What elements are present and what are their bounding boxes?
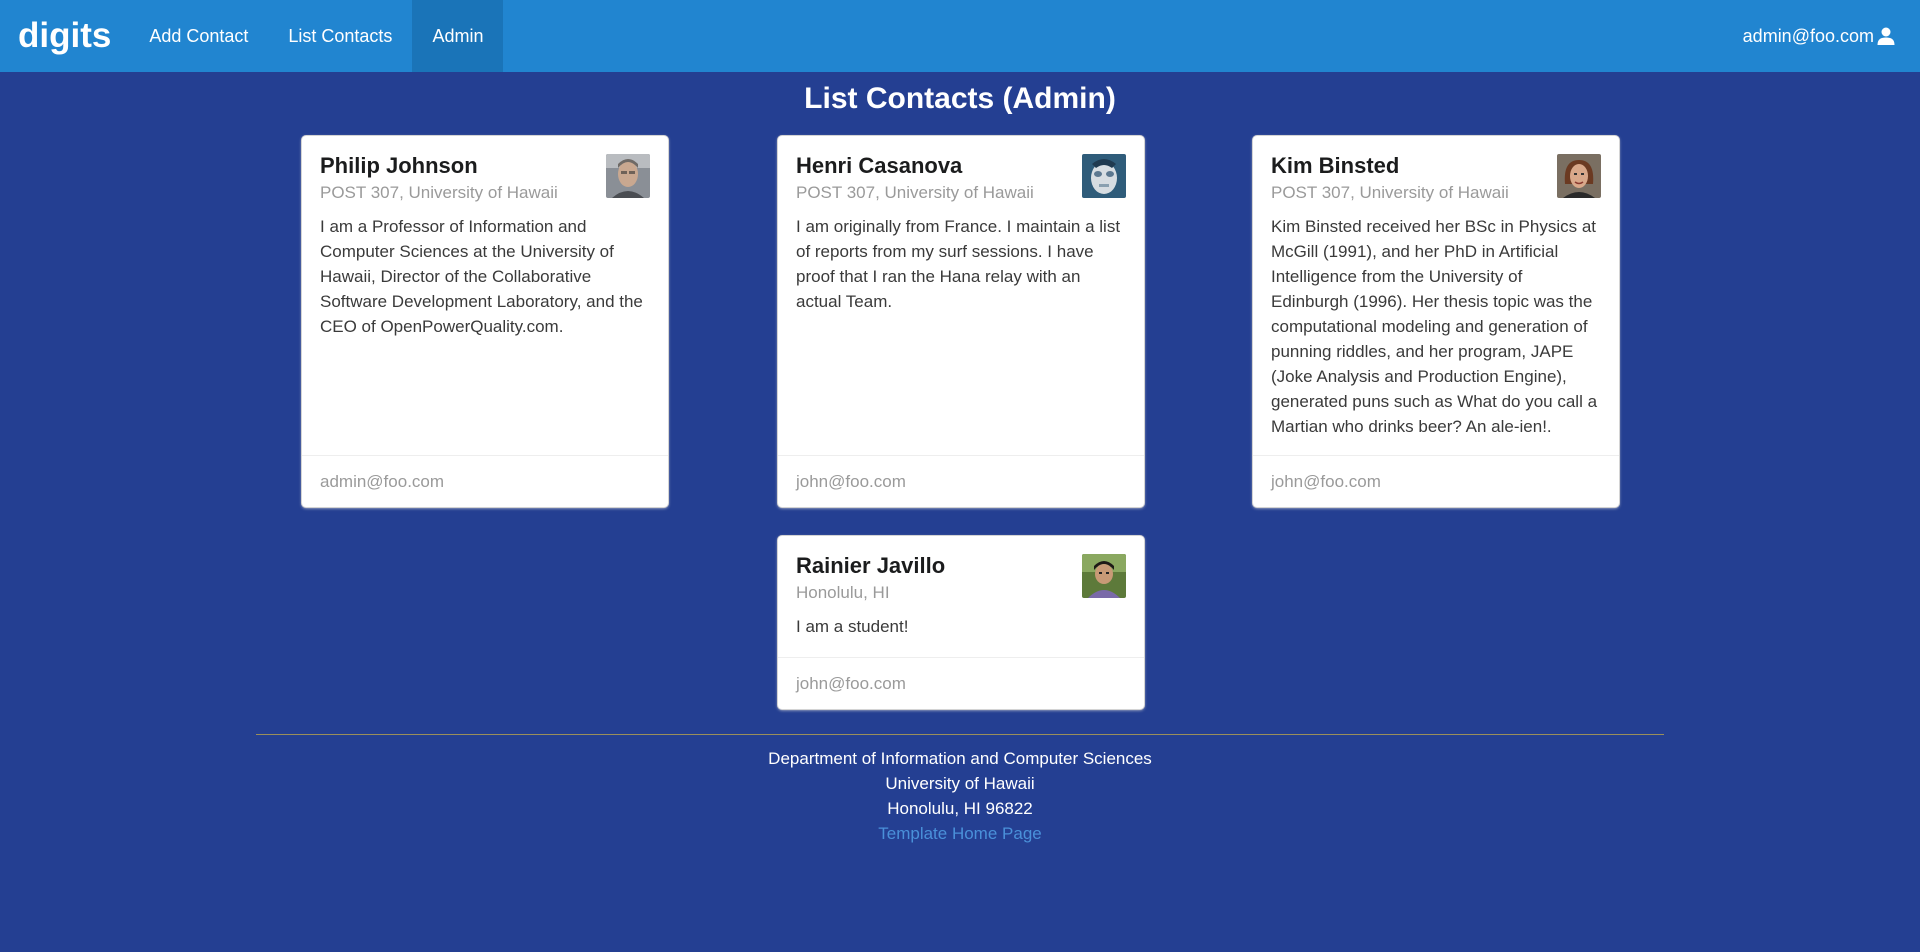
contact-card: Rainier Javillo Honolulu, HI I am a stud…	[778, 536, 1144, 709]
contact-name: Kim Binsted	[1271, 153, 1400, 178]
footer-address: Honolulu, HI 96822	[887, 799, 1033, 818]
footer-department: Department of Information and Computer S…	[768, 749, 1152, 768]
contact-owner: john@foo.com	[778, 657, 1144, 709]
nav-add-contact[interactable]: Add Contact	[129, 0, 268, 72]
contact-address: POST 307, University of Hawaii	[320, 183, 558, 202]
contact-description: Kim Binsted received her BSc in Physics …	[1271, 217, 1598, 436]
page-title: List Contacts (Admin)	[804, 82, 1116, 115]
nav-list-contacts[interactable]: List Contacts	[268, 0, 412, 72]
nav-admin[interactable]: Admin	[412, 0, 504, 72]
page-footer: Department of Information and Computer S…	[0, 746, 1920, 846]
contact-card: Kim Binsted POST 307, University of Hawa…	[1253, 136, 1619, 507]
avatar	[606, 154, 650, 198]
contact-address: POST 307, University of Hawaii	[1271, 183, 1509, 202]
contact-name: Rainier Javillo	[796, 553, 946, 578]
avatar	[1557, 154, 1601, 198]
avatar	[1082, 154, 1126, 198]
footer-divider	[256, 734, 1664, 735]
contact-card: Philip Johnson POST 307, University of H…	[302, 136, 668, 507]
contact-description: I am a student!	[796, 617, 909, 636]
user-menu[interactable]: admin@foo.com	[1743, 0, 1920, 72]
top-navbar: digits Add Contact List Contacts Admin a…	[0, 0, 1920, 72]
contact-description: I am originally from France. I maintain …	[796, 217, 1121, 311]
contact-description: I am a Professor of Information and Comp…	[320, 217, 643, 336]
contact-owner: admin@foo.com	[302, 455, 668, 507]
contact-address: Honolulu, HI	[796, 583, 890, 602]
contact-owner: john@foo.com	[1253, 455, 1619, 507]
avatar	[1082, 554, 1126, 598]
footer-university: University of Hawaii	[885, 774, 1035, 793]
contact-name: Philip Johnson	[320, 153, 478, 178]
user-icon	[1876, 26, 1896, 46]
contact-address: POST 307, University of Hawaii	[796, 183, 1034, 202]
template-home-link[interactable]: Template Home Page	[0, 821, 1920, 846]
contact-name: Henri Casanova	[796, 153, 963, 178]
contact-owner: john@foo.com	[778, 455, 1144, 507]
contact-card: Henri Casanova POST 307, University of H…	[778, 136, 1144, 507]
user-email: admin@foo.com	[1742, 25, 1874, 46]
brand-logo[interactable]: digits	[0, 0, 129, 72]
